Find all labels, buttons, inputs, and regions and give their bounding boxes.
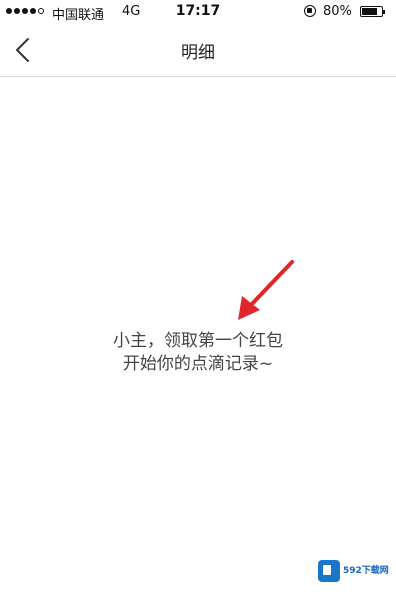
page-title: 明细 [181,43,215,63]
empty-state-message: 小主，领取第一个红包 开始你的点滴记录~ [0,330,396,376]
status-bar: 中国联通 4G 17:17 80% [0,0,396,24]
rotation-lock-icon [304,5,316,17]
battery-percentage: 80% [323,4,352,19]
empty-state-line-2: 开始你的点滴记录~ [122,354,274,374]
empty-state-line-1: 小主，领取第一个红包 [113,331,283,351]
watermark-text: 592下载网 [343,566,389,576]
battery-icon [360,6,385,17]
red-arrow-annotation-icon [238,260,294,320]
navigation-bar: 明细 [0,24,396,77]
watermark-badge-icon [318,560,340,582]
site-watermark-logo: 592下载网 [318,560,392,586]
